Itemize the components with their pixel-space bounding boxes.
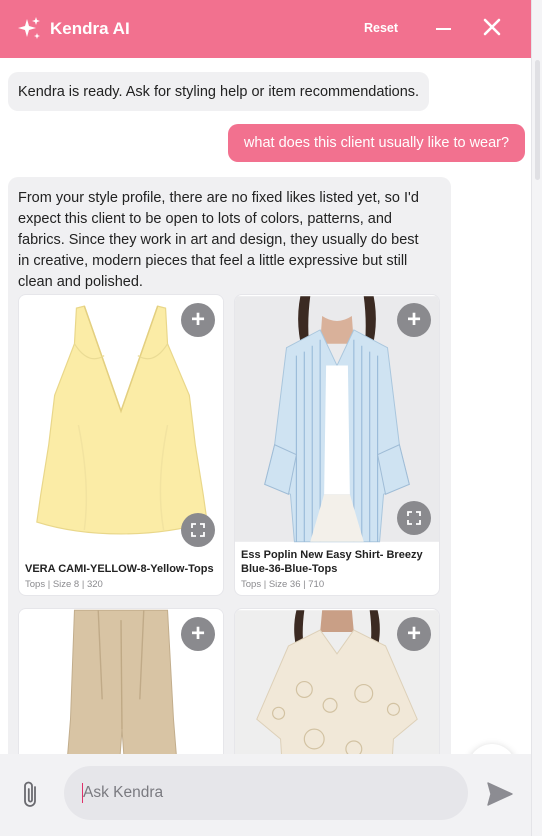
add-item-button[interactable]: + bbox=[397, 303, 431, 337]
assistant-reply-message: From your style profile, there are no fi… bbox=[8, 177, 451, 754]
message-input[interactable] bbox=[64, 766, 468, 820]
minimize-icon[interactable] bbox=[436, 28, 451, 30]
page-scrollbar[interactable] bbox=[531, 0, 542, 836]
message-composer bbox=[0, 754, 531, 836]
product-card[interactable]: + Ess Poplin New Easy Shirt- Breezy Blue… bbox=[234, 294, 440, 596]
product-card[interactable]: + bbox=[234, 608, 440, 754]
user-message: what does this client usually like to we… bbox=[228, 124, 525, 162]
chat-messages[interactable]: Kendra is ready. Ask for styling help or… bbox=[0, 58, 531, 754]
sparkle-icon bbox=[16, 16, 42, 42]
send-icon[interactable] bbox=[486, 781, 514, 807]
add-item-button[interactable]: + bbox=[397, 617, 431, 651]
scrollbar-thumb[interactable] bbox=[535, 60, 540, 180]
expand-icon bbox=[191, 523, 205, 537]
product-card[interactable]: + VERA CAMI-YELLOW-8-Yellow-Tops Tops | … bbox=[18, 294, 224, 596]
text-caret bbox=[82, 783, 83, 803]
product-card[interactable]: + bbox=[18, 608, 224, 754]
add-item-button[interactable]: + bbox=[181, 617, 215, 651]
chat-header: Kendra AI Reset bbox=[0, 0, 531, 58]
product-name: Ess Poplin New Easy Shirt- Breezy Blue-3… bbox=[241, 549, 423, 575]
product-meta: Tops | Size 36 | 710 bbox=[241, 579, 325, 590]
product-meta: Tops | Size 8 | 320 bbox=[25, 579, 103, 590]
paperclip-icon[interactable] bbox=[20, 780, 42, 810]
add-item-button[interactable]: + bbox=[181, 303, 215, 337]
assistant-intro-message: Kendra is ready. Ask for styling help or… bbox=[8, 72, 430, 111]
header-title: Kendra AI bbox=[50, 19, 130, 38]
expand-image-button[interactable] bbox=[181, 513, 215, 547]
reset-button[interactable]: Reset bbox=[364, 21, 398, 35]
assistant-reply-text: From your style profile, there are no fi… bbox=[18, 190, 419, 290]
expand-icon bbox=[407, 511, 421, 525]
close-icon[interactable] bbox=[481, 16, 503, 38]
product-name: VERA CAMI-YELLOW-8-Yellow-Tops bbox=[25, 563, 214, 575]
expand-image-button[interactable] bbox=[397, 501, 431, 535]
scroll-to-bottom-button[interactable] bbox=[468, 744, 516, 754]
